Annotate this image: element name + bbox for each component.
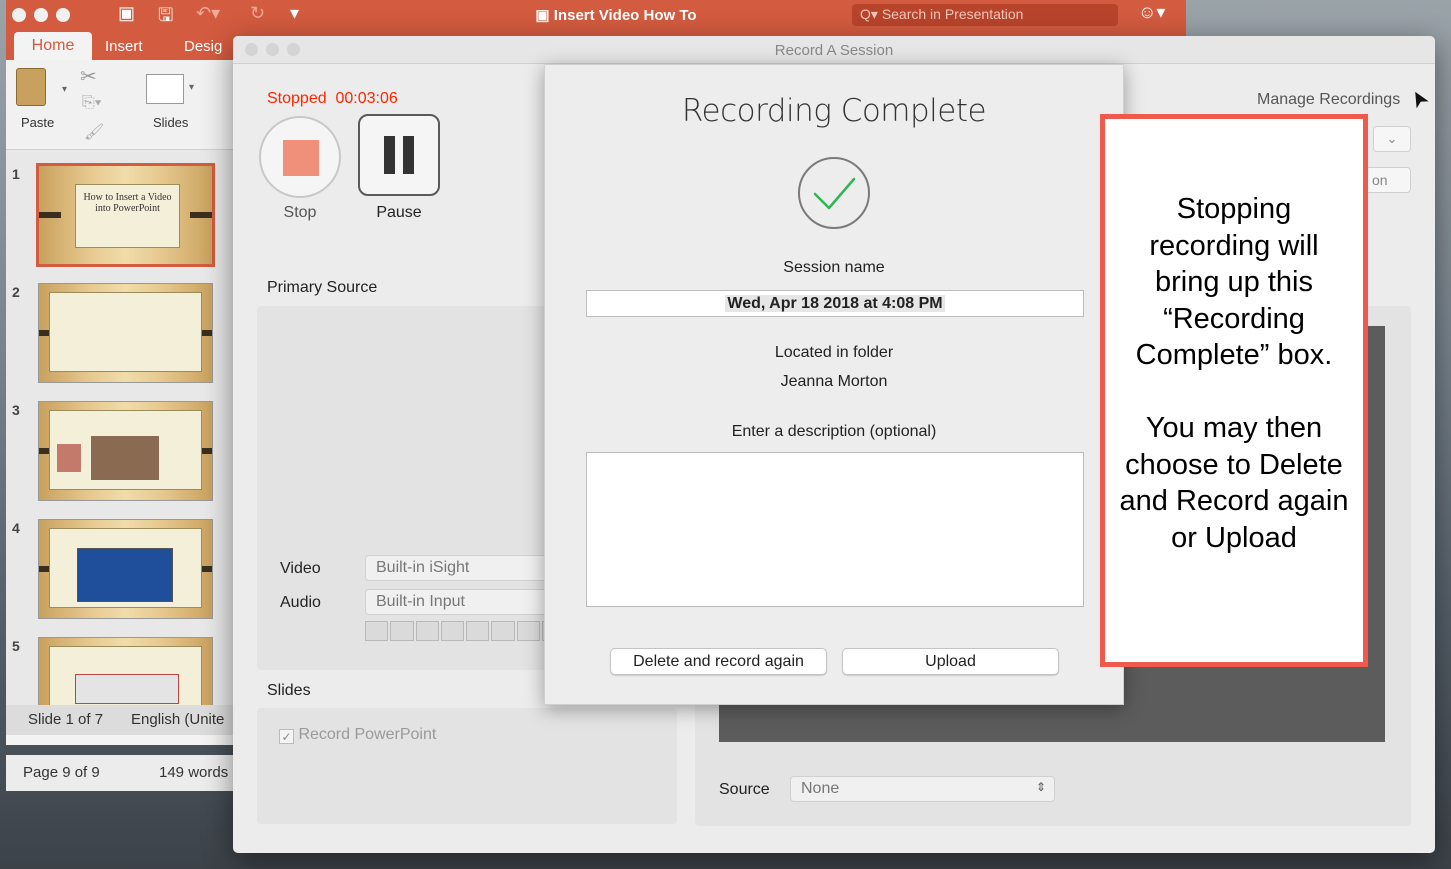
session-name-value: Wed, Apr 18 2018 at 4:08 PM — [725, 295, 945, 312]
slide-3-note — [57, 444, 81, 472]
recording-state: Stopped — [267, 90, 327, 107]
slide-number: 1 — [12, 166, 20, 182]
audio-label: Audio — [280, 594, 321, 611]
slide-number: 5 — [12, 638, 20, 654]
record-powerpoint-label: Record PowerPoint — [298, 726, 437, 743]
search-icon: Q▾ — [860, 6, 882, 22]
checkmark-circle-icon — [798, 157, 870, 229]
slide-5-image — [75, 674, 179, 704]
source-value: None — [801, 780, 840, 797]
smiley-feedback-icon[interactable]: ☺▾ — [1138, 2, 1165, 23]
manage-recordings-link[interactable]: Manage Recordings — [1257, 91, 1400, 109]
undo-icon[interactable]: ↶▾ — [196, 3, 220, 24]
slide-thumbnail-3[interactable] — [38, 401, 213, 501]
ppt-file-icon: ▣ — [535, 7, 554, 24]
dialog-title: Recording Complete — [681, 93, 987, 129]
slide-1-title: How to Insert a Video into PowerPoint — [83, 192, 172, 214]
slide-3-image — [91, 436, 159, 480]
recording-complete-dialog: Recording Complete Session name Wed, Apr… — [544, 64, 1124, 705]
tab-home[interactable]: Home — [14, 32, 92, 60]
slide-number: 4 — [12, 520, 20, 536]
format-painter-icon[interactable]: 🖌 — [84, 122, 104, 142]
ppt-close-button[interactable] — [12, 8, 26, 22]
slide-number: 3 — [12, 402, 20, 418]
slides-heading: Slides — [267, 682, 311, 699]
slide-number: 2 — [12, 284, 20, 300]
recording-timer: 00:03:06 — [335, 90, 398, 107]
tab-insert[interactable]: Insert — [105, 38, 143, 55]
checkmark-icon: ✓ — [279, 729, 294, 744]
ppt-window-title: ▣ Insert Video How To — [535, 7, 697, 24]
pause-label: Pause — [376, 204, 422, 221]
primary-source-heading: Primary Source — [267, 279, 378, 296]
cut-icon[interactable]: ✂ — [80, 64, 97, 89]
save-icon[interactable]: 🖫 — [158, 3, 173, 33]
paste-label: Paste — [21, 115, 55, 130]
stop-button[interactable] — [259, 116, 341, 198]
slide-thumbnail-4[interactable] — [38, 519, 213, 619]
video-label: Video — [280, 560, 321, 577]
slides-label: Slides — [153, 115, 189, 130]
slide-thumbnails-pane: 1 How to Insert a Video into PowerPoint … — [6, 150, 236, 708]
word-count: 149 words — [159, 764, 229, 781]
paste-icon[interactable] — [16, 68, 46, 106]
word-status-bar: Page 9 of 9 149 words — [6, 755, 236, 791]
copy-icon[interactable]: ⎘▾ — [82, 94, 102, 112]
ppt-search-input[interactable]: Q▾ Search in Presentation — [852, 4, 1118, 26]
session-name-label: Session name — [783, 259, 885, 276]
description-textarea[interactable] — [586, 452, 1084, 607]
stop-label: Stop — [283, 204, 317, 221]
up-down-chevron-icon: ⇕ — [1035, 780, 1046, 794]
record-window-title: Record A Session — [774, 42, 894, 59]
annotation-callout: Stopping recording will bring up this “R… — [1100, 114, 1368, 667]
tab-design[interactable]: Desig — [184, 38, 222, 55]
stop-icon — [283, 140, 319, 176]
language-status[interactable]: English (Unite — [131, 711, 224, 728]
description-label: Enter a description (optional) — [731, 423, 937, 440]
chevron-down-icon[interactable]: ⌄ — [1373, 126, 1411, 152]
redo-icon[interactable]: ↻ — [250, 3, 265, 24]
delete-and-record-again-button[interactable]: Delete and record again — [610, 648, 827, 675]
ppt-zoom-button[interactable] — [56, 8, 70, 22]
callout-text: Stopping recording will bring up this “R… — [1119, 193, 1349, 554]
audio-level-meter — [365, 621, 565, 641]
slide-thumbnail-2[interactable] — [38, 283, 213, 383]
recording-status: Stopped 00:03:06 — [267, 90, 398, 108]
slide-thumbnail-5[interactable] — [38, 637, 213, 708]
paste-menu-icon[interactable]: ▾ — [62, 84, 67, 95]
pause-button[interactable] — [358, 114, 440, 196]
folder-label: Located in folder — [774, 344, 894, 361]
customize-toolbar-icon[interactable]: ▾ — [290, 3, 299, 24]
ppt-minimize-button[interactable] — [34, 8, 48, 22]
session-name-input[interactable]: Wed, Apr 18 2018 at 4:08 PM — [586, 290, 1084, 317]
upload-button[interactable]: Upload — [842, 648, 1059, 675]
page-count: Page 9 of 9 — [23, 764, 100, 781]
pause-icon — [360, 116, 438, 194]
partially-hidden-button[interactable]: on — [1363, 167, 1411, 193]
record-powerpoint-checkbox[interactable]: ✓ Record PowerPoint — [279, 726, 436, 744]
new-slide-icon[interactable] — [146, 74, 184, 104]
slide-thumbnail-1[interactable]: How to Insert a Video into PowerPoint — [36, 163, 215, 267]
new-slide-menu-icon[interactable]: ▾ — [189, 82, 194, 93]
ppt-status-bar: Slide 1 of 7 English (Unite — [6, 705, 236, 735]
source-label: Source — [719, 781, 770, 798]
sidebar-icon[interactable]: ▣ — [118, 3, 135, 24]
slide-4-image — [77, 548, 173, 602]
source-select[interactable]: None ⇕ — [790, 776, 1055, 802]
slide-count: Slide 1 of 7 — [28, 711, 104, 728]
folder-name: Jeanna Morton — [780, 373, 888, 390]
